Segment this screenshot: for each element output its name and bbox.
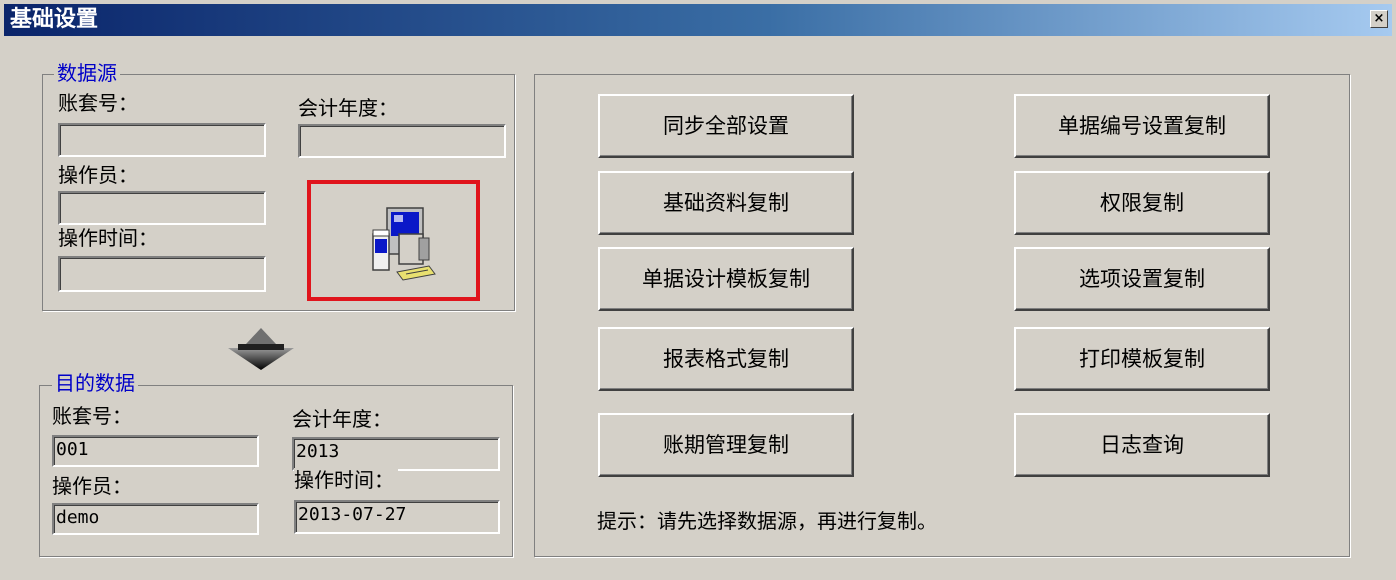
source-year-field[interactable] [298, 124, 506, 158]
sync-all-settings-button[interactable]: 同步全部设置 [598, 94, 854, 158]
window-title: 基础设置 [10, 7, 99, 32]
target-time-field[interactable]: 2013-07-27 [294, 500, 500, 534]
period-copy-button[interactable]: 账期管理复制 [598, 413, 854, 477]
target-account-field[interactable]: 001 [52, 435, 259, 467]
source-year-label: 会计年度： [298, 96, 398, 120]
basic-settings-window: 基础设置 × 数据源 账套号： 会计年度： 操作员： 操作时间： 目的数据 账套… [0, 0, 1396, 580]
basic-data-copy-button[interactable]: 基础资料复制 [598, 171, 854, 235]
doc-number-copy-button[interactable]: 单据编号设置复制 [1014, 94, 1270, 158]
tip-text: 提示：请先选择数据源，再进行复制。 [597, 509, 937, 533]
report-format-copy-button[interactable]: 报表格式复制 [598, 327, 854, 391]
target-account-label: 账套号： [52, 404, 132, 428]
target-year-label: 会计年度： [292, 407, 392, 431]
source-account-label: 账套号： [58, 91, 138, 115]
option-copy-button[interactable]: 选项设置复制 [1014, 247, 1270, 311]
permission-copy-button[interactable]: 权限复制 [1014, 171, 1270, 235]
source-account-field[interactable] [58, 123, 266, 157]
target-time-label: 操作时间： [294, 468, 398, 492]
target-operator-label: 操作员： [52, 474, 132, 498]
print-template-copy-button[interactable]: 打印模板复制 [1014, 327, 1270, 391]
source-operator-label: 操作员： [58, 163, 138, 187]
source-time-field[interactable] [58, 256, 266, 292]
computer-icon [372, 207, 436, 281]
arrow-down-icon [228, 328, 294, 370]
select-source-button[interactable] [307, 180, 480, 301]
source-legend: 数据源 [54, 61, 120, 85]
log-query-button[interactable]: 日志查询 [1014, 413, 1270, 477]
target-legend: 目的数据 [52, 371, 138, 395]
title-bar: 基础设置 × [4, 4, 1392, 36]
target-year-field[interactable]: 2013 [292, 437, 500, 471]
close-button[interactable]: × [1370, 10, 1388, 28]
doc-template-copy-button[interactable]: 单据设计模板复制 [598, 247, 854, 311]
source-time-label: 操作时间： [58, 226, 158, 250]
target-operator-field[interactable]: demo [52, 503, 259, 535]
source-operator-field[interactable] [58, 191, 266, 225]
